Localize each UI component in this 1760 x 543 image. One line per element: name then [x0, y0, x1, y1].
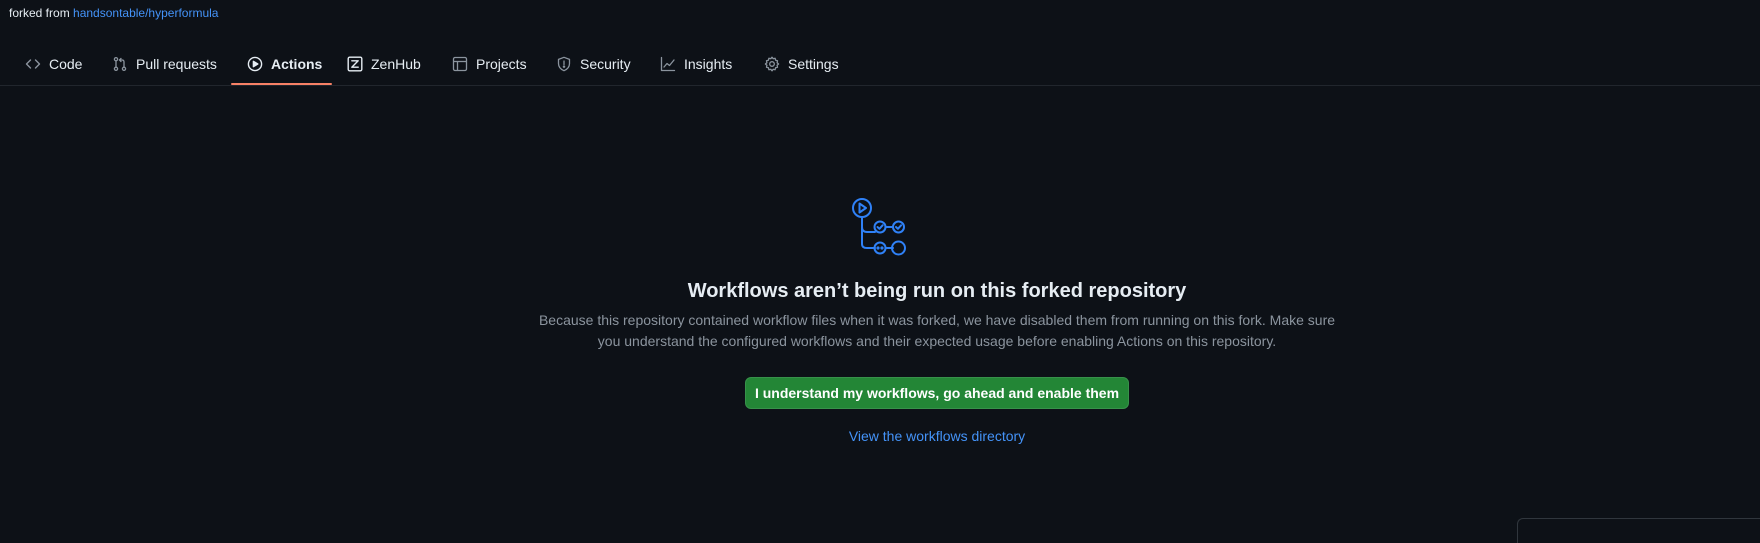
pull-request-icon — [112, 56, 128, 72]
shield-icon — [556, 56, 572, 72]
table-icon — [452, 56, 468, 72]
tab-settings-label: Settings — [788, 55, 839, 72]
forked-from-label: forked from — [9, 6, 70, 20]
tab-zenhub[interactable]: ZenHub — [347, 42, 421, 85]
graph-icon — [660, 56, 676, 72]
gear-icon — [764, 56, 780, 72]
forked-from-line: forked from handsontable/hyperformula — [9, 5, 218, 21]
tab-settings[interactable]: Settings — [764, 42, 839, 85]
tab-insights[interactable]: Insights — [660, 42, 732, 85]
enable-workflows-button[interactable]: I understand my workflows, go ahead and … — [745, 377, 1129, 409]
workflow-icon — [850, 196, 910, 256]
blankslate-description: Because this repository contained workfl… — [538, 312, 1336, 349]
tab-actions[interactable]: Actions — [247, 42, 322, 85]
selected-tab-underline — [231, 83, 332, 85]
repo-tabnav: Code Pull requests Actions ZenHub Projec… — [0, 42, 1760, 86]
zenhub-icon — [347, 56, 363, 72]
tab-code[interactable]: Code — [25, 42, 82, 85]
fork-source-link[interactable]: handsontable/hyperformula — [73, 6, 218, 20]
code-icon — [25, 56, 41, 72]
corner-panel — [1517, 518, 1760, 543]
play-icon — [247, 56, 263, 72]
workflows-directory-link[interactable]: View the workflows directory — [0, 427, 1760, 445]
tab-code-label: Code — [49, 55, 83, 72]
tab-actions-label: Actions — [271, 55, 323, 72]
tab-pull-requests[interactable]: Pull requests — [112, 42, 217, 85]
tab-security[interactable]: Security — [556, 42, 631, 85]
tab-pull-requests-label: Pull requests — [136, 55, 217, 72]
tab-projects[interactable]: Projects — [452, 42, 527, 85]
blankslate — [0, 196, 1760, 256]
tab-zenhub-label: ZenHub — [371, 55, 421, 72]
tab-insights-label: Insights — [684, 55, 733, 72]
tab-projects-label: Projects — [476, 55, 527, 72]
blankslate-title: Workflows aren’t being run on this forke… — [687, 280, 1187, 302]
tab-security-label: Security — [580, 55, 631, 72]
